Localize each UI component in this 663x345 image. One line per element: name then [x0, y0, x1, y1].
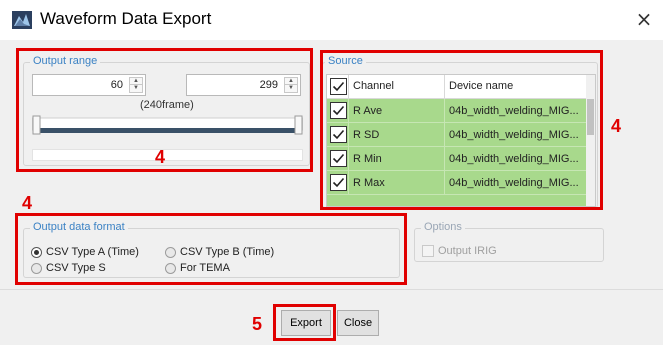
- row-channel: R SD: [349, 123, 445, 146]
- row-check-cell: [327, 147, 349, 170]
- checkmark-icon: [332, 177, 345, 188]
- row-check-cell: [327, 99, 349, 122]
- radio-icon: [165, 262, 176, 274]
- row-device-name: 04b_width_welding_MIG...: [449, 105, 579, 117]
- radio-for-tema[interactable]: For TEMA: [165, 262, 230, 274]
- footer-divider: [0, 289, 663, 290]
- table-row[interactable]: R Max 04b_width_welding_MIG...: [327, 171, 587, 195]
- title-bar: Waveform Data Export ×: [0, 0, 663, 40]
- range-end-spinbox[interactable]: 299 ▲ ▼: [186, 74, 301, 96]
- output-range-legend: Output range: [30, 55, 101, 67]
- row-check-cell: [327, 171, 349, 194]
- row-checkbox[interactable]: [330, 102, 347, 119]
- table-header: Channel Device name: [327, 75, 587, 99]
- checkmark-icon: [332, 81, 345, 92]
- scrollbar-thumb[interactable]: [587, 99, 594, 135]
- close-button[interactable]: Close: [337, 310, 379, 336]
- window-title: Waveform Data Export: [40, 9, 212, 28]
- row-checkbox[interactable]: [330, 150, 347, 167]
- radio-label: CSV Type B (Time): [180, 246, 275, 258]
- header-check-cell: [327, 75, 349, 98]
- range-end-up-icon[interactable]: ▲: [285, 78, 297, 85]
- checkmark-icon: [332, 153, 345, 164]
- source-table: Channel Device name R Ave 04b_width_weld…: [326, 74, 596, 207]
- range-start-value[interactable]: 60: [111, 79, 123, 91]
- table-row[interactable]: R SD 04b_width_welding_MIG...: [327, 123, 587, 147]
- output-irig-label: Output IRIG: [438, 245, 497, 257]
- radio-icon: [31, 262, 42, 274]
- row-channel: R Min: [349, 147, 445, 170]
- options-legend: Options: [421, 221, 465, 233]
- row-checkbox[interactable]: [330, 174, 347, 191]
- radio-label: CSV Type S: [46, 262, 106, 274]
- header-channel[interactable]: Channel: [349, 75, 445, 98]
- header-device-name[interactable]: Device name: [445, 75, 587, 98]
- checkmark-icon: [332, 105, 345, 116]
- close-icon[interactable]: ×: [633, 8, 655, 30]
- annotation-label-format: 4: [22, 193, 33, 213]
- radio-label: For TEMA: [180, 262, 230, 274]
- output-format-legend: Output data format: [30, 221, 128, 233]
- row-checkbox[interactable]: [330, 126, 347, 143]
- radio-csv-type-b[interactable]: CSV Type B (Time): [165, 246, 274, 258]
- range-end-down-icon[interactable]: ▼: [285, 85, 297, 92]
- range-start-down-icon[interactable]: ▼: [130, 85, 142, 92]
- checkmark-icon: [332, 129, 345, 140]
- range-start-up-icon[interactable]: ▲: [130, 78, 142, 85]
- radio-csv-type-s[interactable]: CSV Type S: [31, 262, 106, 274]
- select-all-checkbox[interactable]: [330, 78, 347, 95]
- table-scrollbar[interactable]: [586, 75, 595, 206]
- range-slider-base: [32, 149, 303, 161]
- row-device-name: 04b_width_welding_MIG...: [449, 129, 579, 141]
- checkbox-box: [422, 245, 434, 257]
- radio-csv-type-a[interactable]: CSV Type A (Time): [31, 246, 139, 258]
- partial-row: [327, 195, 587, 206]
- range-slider[interactable]: [32, 108, 303, 140]
- row-channel: R Ave: [349, 99, 445, 122]
- row-check-cell: [327, 123, 349, 146]
- range-end-value[interactable]: 299: [260, 79, 278, 91]
- radio-label: CSV Type A (Time): [46, 246, 139, 258]
- row-channel: R Max: [349, 171, 445, 194]
- range-start-arrows: ▲ ▼: [129, 77, 143, 93]
- export-button[interactable]: Export: [281, 310, 331, 336]
- radio-icon: [165, 246, 176, 258]
- row-device-name: 04b_width_welding_MIG...: [449, 153, 579, 165]
- annotation-label-source: 4: [611, 116, 622, 136]
- radio-selected-icon: [31, 246, 42, 258]
- table-row[interactable]: R Min 04b_width_welding_MIG...: [327, 147, 587, 171]
- annotation-label-export: 5: [252, 314, 263, 334]
- output-irig-checkbox[interactable]: Output IRIG: [422, 245, 497, 257]
- waveform-app-icon: [12, 11, 32, 29]
- range-start-spinbox[interactable]: 60 ▲ ▼: [32, 74, 146, 96]
- table-row[interactable]: R Ave 04b_width_welding_MIG...: [327, 99, 587, 123]
- source-legend: Source: [325, 55, 366, 67]
- annotation-label-range: 4: [155, 147, 166, 167]
- range-end-arrows: ▲ ▼: [284, 77, 298, 93]
- row-device-name: 04b_width_welding_MIG...: [449, 177, 579, 189]
